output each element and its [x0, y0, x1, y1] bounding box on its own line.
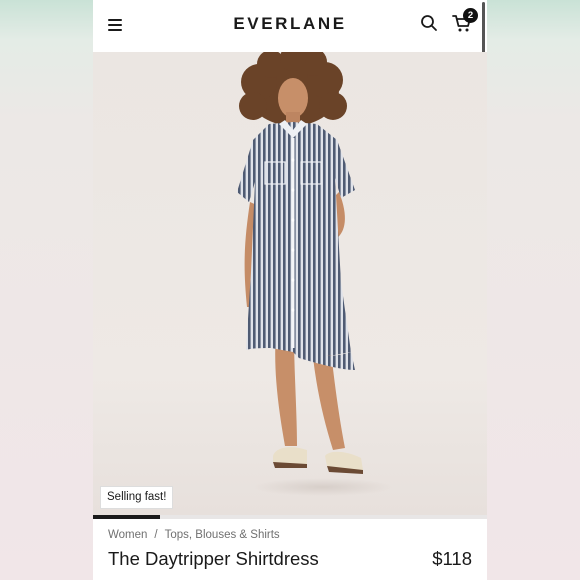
image-gallery-progress: [93, 515, 487, 519]
image-gallery-progress-fill: [93, 515, 160, 519]
breadcrumb-link-tops-blouses-shirts[interactable]: Tops, Blouses & Shirts: [165, 529, 280, 541]
product-page: EVERLANE 2 Selling fast! Women / Tops, B…: [93, 0, 487, 580]
product-image[interactable]: Selling fast!: [93, 52, 487, 516]
product-price: $118: [432, 548, 472, 569]
breadcrumb-link-women[interactable]: Women: [108, 529, 147, 541]
selling-fast-badge: Selling fast!: [100, 486, 174, 509]
product-title: The Daytripper Shirtdress: [108, 548, 319, 569]
breadcrumb-separator: /: [154, 529, 158, 541]
breadcrumb: Women / Tops, Blouses & Shirts: [108, 529, 280, 541]
model-photo: [237, 52, 393, 496]
scrollbar[interactable]: [482, 2, 485, 56]
site-header: EVERLANE 2: [93, 0, 487, 56]
search-icon[interactable]: [420, 14, 438, 32]
cart-count-badge: 2: [463, 8, 478, 23]
